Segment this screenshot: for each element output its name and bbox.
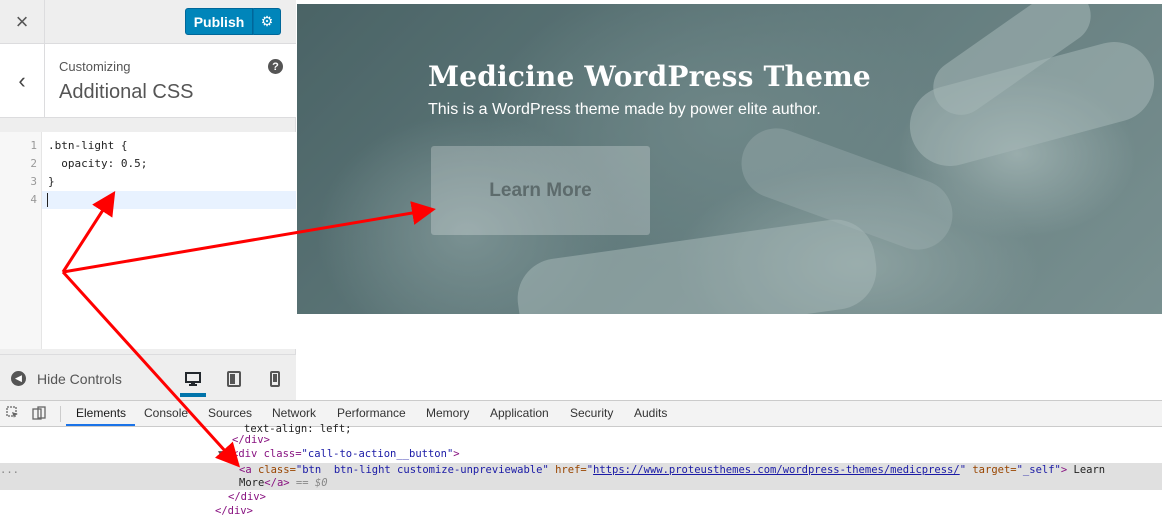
code-line[interactable]: .btn-light { — [48, 139, 127, 152]
tab-network[interactable]: Network — [272, 406, 316, 420]
dom-attr-value: "_self" — [1016, 464, 1061, 476]
tab-audits[interactable]: Audits — [634, 406, 667, 420]
hero-title: Medicine WordPress Theme — [428, 60, 871, 93]
dom-text: Learn — [1067, 464, 1106, 476]
tab-console[interactable]: Console — [144, 406, 188, 420]
line-number: 3 — [30, 175, 37, 188]
dom-tag: </div> — [232, 434, 270, 446]
css-code-editor[interactable]: 1 2 3 4 .btn-light { opacity: 0.5; } — [0, 132, 296, 349]
dom-tag: </div> — [228, 491, 266, 503]
code-line[interactable]: opacity: 0.5; — [48, 157, 147, 170]
dom-node[interactable]: <div class="call-to-action__button"> — [232, 448, 460, 460]
active-tab-indicator — [66, 424, 135, 426]
dom-text: More — [239, 477, 265, 489]
dom-node-selected-cont[interactable]: More</a> == $0 — [239, 477, 328, 489]
active-line-highlight — [42, 191, 296, 209]
dom-tag: </a> — [264, 477, 290, 489]
dom-attr-name: class= — [257, 464, 296, 476]
dom-attr-value: "btn btn-light customize-unpreviewable" — [295, 464, 549, 476]
expand-triangle-icon[interactable]: ▼ — [218, 448, 224, 460]
hero-banner: Medicine WordPress Theme This is a WordP… — [297, 4, 1162, 314]
breadcrumb: Customizing — [59, 59, 131, 74]
tab-elements[interactable]: Elements — [76, 406, 126, 420]
dom-attr-value: "call-to-action__button" — [301, 448, 454, 460]
dom-attr-name: target= — [966, 464, 1017, 476]
customizer-header: × Publish ⚙ — [0, 0, 296, 44]
close-icon[interactable]: × — [0, 0, 45, 43]
customizer-footer: ◀ Hide Controls — [0, 354, 296, 400]
dom-tag: > — [453, 448, 460, 460]
publish-settings-icon[interactable]: ⚙ — [253, 8, 281, 35]
hero-overlay — [297, 4, 1162, 314]
inspect-element-icon[interactable] — [6, 406, 22, 422]
dom-tag: <div class= — [232, 448, 302, 460]
back-chevron-icon[interactable]: ‹ — [0, 44, 45, 117]
text-cursor — [47, 193, 48, 207]
dom-node[interactable]: </div> — [228, 491, 266, 503]
line-number-gutter: 1 2 3 4 — [0, 132, 42, 349]
dom-href-link[interactable]: https://www.proteusthemes.com/wordpress-… — [593, 464, 960, 476]
hide-controls-button[interactable]: Hide Controls — [37, 371, 122, 387]
section-header: ‹ Customizing Additional CSS ? — [0, 44, 296, 118]
dom-tag: <a — [239, 464, 258, 476]
section-title: Additional CSS — [59, 81, 194, 103]
site-preview: Medicine WordPress Theme This is a WordP… — [297, 0, 1162, 400]
customizer-sidebar: × Publish ⚙ ‹ Customizing Additional CSS… — [0, 0, 296, 400]
toolbar-divider — [60, 406, 61, 422]
devtools-tab-bar: Elements Console Sources Network Perform… — [0, 401, 1162, 427]
tab-application[interactable]: Application — [490, 406, 549, 420]
dom-tag: </div> — [215, 505, 253, 517]
line-number: 2 — [30, 157, 37, 170]
hero-subtitle: This is a WordPress theme made by power … — [428, 101, 821, 118]
dom-node[interactable]: </div> — [232, 434, 270, 446]
dom-node[interactable]: </div> — [215, 505, 253, 517]
mobile-preview-icon[interactable] — [262, 365, 288, 393]
publish-button[interactable]: Publish — [185, 8, 253, 35]
tablet-preview-icon[interactable] — [221, 365, 247, 393]
code-line[interactable]: } — [48, 175, 55, 188]
tab-performance[interactable]: Performance — [337, 406, 406, 420]
devtools-panel: Elements Console Sources Network Perform… — [0, 400, 1162, 521]
help-icon[interactable]: ? — [268, 59, 283, 74]
line-number: 1 — [30, 139, 37, 152]
tab-sources[interactable]: Sources — [208, 406, 252, 420]
dom-attr-name: href= — [548, 464, 587, 476]
tab-security[interactable]: Security — [570, 406, 613, 420]
collapse-arrow-icon[interactable]: ◀ — [11, 371, 26, 386]
node-menu-icon[interactable]: ... — [0, 464, 19, 476]
learn-more-button[interactable]: Learn More — [431, 146, 650, 235]
selected-node-marker: == $0 — [289, 477, 328, 489]
line-number: 4 — [30, 193, 37, 206]
device-toolbar-icon[interactable] — [32, 406, 48, 422]
dom-node-selected[interactable]: <a class="btn btn-light customize-unprev… — [239, 464, 1105, 476]
tab-memory[interactable]: Memory — [426, 406, 469, 420]
desktop-preview-icon[interactable] — [180, 365, 206, 397]
